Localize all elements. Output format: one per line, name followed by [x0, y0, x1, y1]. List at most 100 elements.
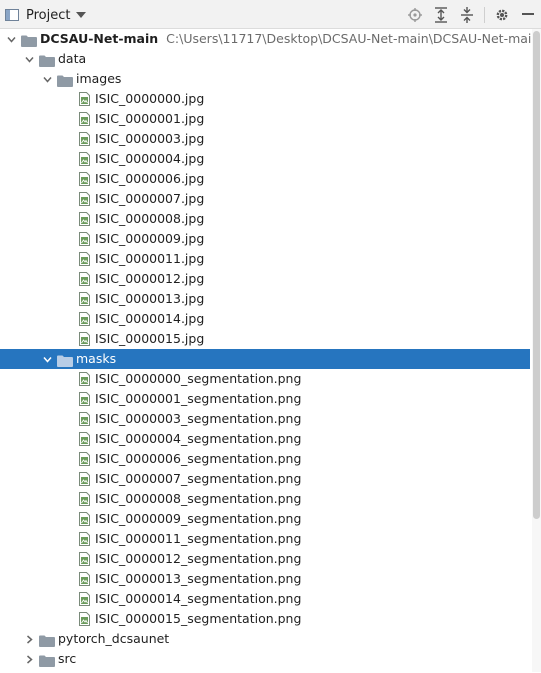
tree-row-folder-images[interactable]: images [0, 69, 530, 89]
image-file-icon [79, 412, 90, 426]
collapse-all-icon [461, 7, 473, 23]
file-name: ISIC_0000003.jpg [95, 129, 204, 149]
image-file-icon [79, 192, 90, 206]
tree-item-label: ISIC_0000013_segmentation.png [95, 571, 302, 586]
chevron-down-icon[interactable] [4, 29, 18, 49]
folder-icon [39, 633, 55, 647]
tree-row-file[interactable]: ISIC_0000009.jpg [0, 229, 530, 249]
tree-item-label: ISIC_0000006.jpg [95, 171, 205, 186]
chevron-down-icon[interactable] [40, 69, 54, 89]
file-name: ISIC_0000011_segmentation.png [95, 529, 301, 549]
file-name: ISIC_0000006.jpg [95, 169, 204, 189]
image-file-icon [79, 512, 90, 526]
tree-row-folder-masks[interactable]: masks [0, 349, 530, 369]
image-file-icon [79, 332, 90, 346]
folder-name: src [58, 649, 76, 669]
tree-row-file[interactable]: ISIC_0000000_segmentation.png [0, 369, 530, 389]
vertical-scrollbar-thumb[interactable] [533, 31, 540, 519]
chevron-down-icon[interactable] [40, 349, 54, 369]
tree-row-folder-src[interactable]: src [0, 649, 530, 669]
file-name: ISIC_0000008_segmentation.png [95, 489, 301, 509]
tree-row-file[interactable]: ISIC_0000004_segmentation.png [0, 429, 530, 449]
chevron-right-icon[interactable] [22, 649, 36, 669]
image-file-icon [79, 432, 90, 446]
file-name: ISIC_0000009.jpg [95, 229, 204, 249]
project-window-icon [5, 9, 19, 21]
tree-item-label: ISIC_0000000_segmentation.png [95, 371, 302, 386]
tree-row-file[interactable]: ISIC_0000003_segmentation.png [0, 409, 530, 429]
hide-button[interactable] [519, 6, 537, 24]
chevron-down-icon[interactable] [22, 49, 36, 69]
tree-row-file[interactable]: ISIC_0000014_segmentation.png [0, 589, 530, 609]
image-file-icon [79, 552, 90, 566]
tree-item-label: ISIC_0000012.jpg [95, 271, 205, 286]
file-name: ISIC_0000012_segmentation.png [95, 549, 301, 569]
image-file-icon [79, 372, 90, 386]
hide-icon [522, 13, 534, 15]
file-name: ISIC_0000007_segmentation.png [95, 469, 301, 489]
tree-item-label: ISIC_0000011_segmentation.png [95, 531, 302, 546]
tree-row-file[interactable]: ISIC_0000015_segmentation.png [0, 609, 530, 629]
tree-row-file[interactable]: ISIC_0000003.jpg [0, 129, 530, 149]
settings-button[interactable] [493, 6, 511, 24]
tree-row-file[interactable]: ISIC_0000015.jpg [0, 329, 530, 349]
tree-row-file[interactable]: ISIC_0000012.jpg [0, 269, 530, 289]
tree-row-file[interactable]: ISIC_0000008_segmentation.png [0, 489, 530, 509]
tree-row-file[interactable]: ISIC_0000001_segmentation.png [0, 389, 530, 409]
chevron-right-icon[interactable] [22, 629, 36, 649]
file-name: ISIC_0000004.jpg [95, 149, 204, 169]
tree-row-file[interactable]: ISIC_0000011_segmentation.png [0, 529, 530, 549]
tree-item-label: ISIC_0000007.jpg [95, 191, 205, 206]
tree-item-label: ISIC_0000014.jpg [95, 311, 205, 326]
tree-row-file[interactable]: ISIC_0000013.jpg [0, 289, 530, 309]
image-file-icon [79, 252, 90, 266]
image-file-icon [79, 272, 90, 286]
tree-row-folder-data[interactable]: data [0, 49, 530, 69]
collapse-all-button[interactable] [458, 6, 476, 24]
tree-row-file[interactable]: ISIC_0000001.jpg [0, 109, 530, 129]
file-name: ISIC_0000006_segmentation.png [95, 449, 301, 469]
image-file-icon [79, 92, 90, 106]
image-file-icon [79, 212, 90, 226]
file-name: ISIC_0000009_segmentation.png [95, 509, 301, 529]
tree-item-label: images [76, 71, 122, 86]
tree-row-file[interactable]: ISIC_0000006.jpg [0, 169, 530, 189]
expand-all-button[interactable] [432, 6, 450, 24]
tree-row-folder-pytorch-dcsaunet[interactable]: pytorch_dcsaunet [0, 629, 530, 649]
file-name: ISIC_0000001.jpg [95, 109, 204, 129]
tree-item-label: ISIC_0000004_segmentation.png [95, 431, 302, 446]
tree-item-label: ISIC_0000015_segmentation.png [95, 611, 302, 626]
tree-item-label: ISIC_0000000.jpg [95, 91, 205, 106]
tree-row-tree-root[interactable]: DCSAU-Net-main C:\Users\11717\Desktop\DCS… [0, 29, 539, 49]
file-name: ISIC_0000000.jpg [95, 89, 204, 109]
toolbar-separator [484, 7, 485, 23]
tree-item-label: ISIC_0000003.jpg [95, 131, 205, 146]
tree-item-label: ISIC_0000015.jpg [95, 331, 205, 346]
tree-item-label: ISIC_0000013.jpg [95, 291, 205, 306]
tree-row-file[interactable]: ISIC_0000014.jpg [0, 309, 530, 329]
image-file-icon [79, 572, 90, 586]
tree-row-file[interactable]: ISIC_0000009_segmentation.png [0, 509, 530, 529]
tree-row-file[interactable]: ISIC_0000006_segmentation.png [0, 449, 530, 469]
tree-row-file[interactable]: ISIC_0000004.jpg [0, 149, 530, 169]
tree-item-label: ISIC_0000009_segmentation.png [95, 511, 302, 526]
tree-item-label: ISIC_0000009.jpg [95, 231, 205, 246]
tree-item-label: masks [76, 351, 117, 366]
locate-button[interactable] [406, 6, 424, 24]
image-file-icon [79, 592, 90, 606]
tree-row-file[interactable]: ISIC_0000008.jpg [0, 209, 530, 229]
folder-icon [57, 353, 73, 367]
tree-row-file[interactable]: ISIC_0000007.jpg [0, 189, 530, 209]
tree-row-file[interactable]: ISIC_0000012_segmentation.png [0, 549, 530, 569]
file-name: ISIC_0000014.jpg [95, 309, 204, 329]
tree-row-file[interactable]: ISIC_0000007_segmentation.png [0, 469, 530, 489]
tree-row-file[interactable]: ISIC_0000000.jpg [0, 89, 530, 109]
image-file-icon [79, 472, 90, 486]
project-view-selector[interactable]: Project [5, 6, 87, 24]
file-name: ISIC_0000015.jpg [95, 329, 204, 349]
folder-icon [39, 53, 55, 67]
tree-row-file[interactable]: ISIC_0000013_segmentation.png [0, 569, 530, 589]
tree-item-label: ISIC_0000003_segmentation.png [95, 411, 302, 426]
file-name: ISIC_0000004_segmentation.png [95, 429, 301, 449]
tree-row-file[interactable]: ISIC_0000011.jpg [0, 249, 530, 269]
